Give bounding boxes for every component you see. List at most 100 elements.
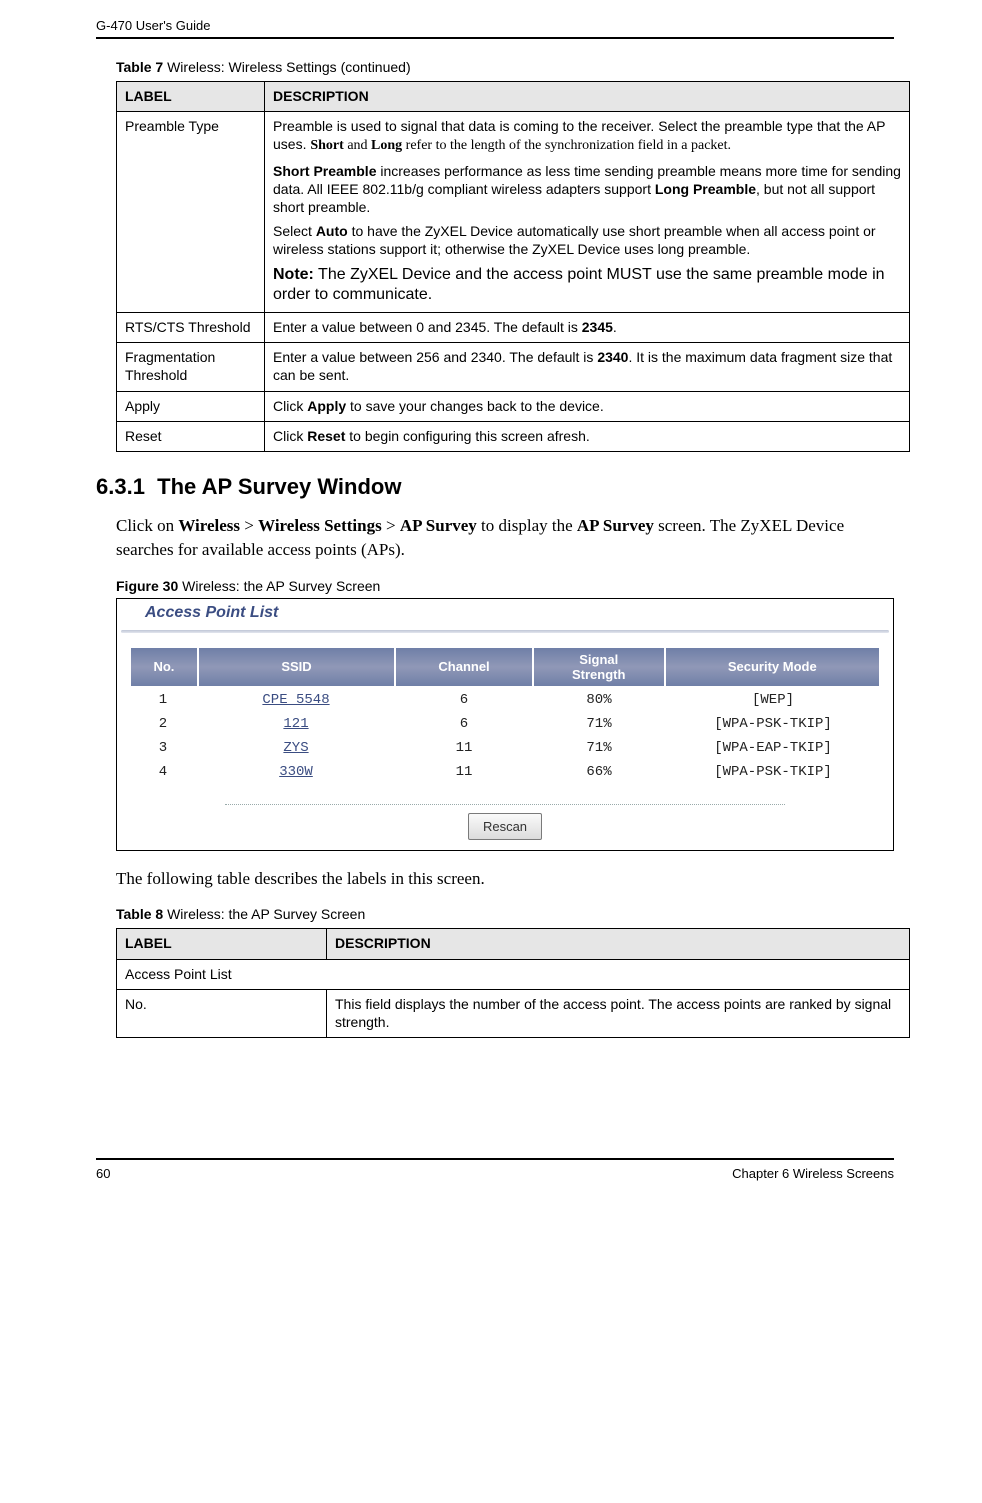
ap-ssid-link[interactable]: CPE 5548 bbox=[262, 692, 329, 708]
row0-desc: Preamble is used to signal that data is … bbox=[265, 112, 910, 313]
table8-caption: Table 8 Wireless: the AP Survey Screen bbox=[116, 906, 894, 922]
row0-noteA: Note: bbox=[273, 266, 314, 283]
ap-list-header-rule bbox=[121, 630, 889, 633]
ap-signal: 66% bbox=[533, 760, 665, 784]
row0-t3c: to have the ZyXEL Device automatically u… bbox=[273, 223, 876, 257]
table8-header-label: LABEL bbox=[117, 929, 327, 959]
ap-ssid-link[interactable]: 330W bbox=[279, 764, 313, 780]
row4-desc: Click Reset to begin configuring this sc… bbox=[265, 421, 910, 451]
row0-t3a: Select bbox=[273, 223, 316, 239]
ap-list-separator bbox=[225, 804, 785, 805]
ap-channel: 6 bbox=[395, 712, 533, 736]
header-rule bbox=[96, 37, 894, 39]
footer-page-number: 60 bbox=[96, 1166, 110, 1181]
table-row: RTS/CTS Threshold Enter a value between … bbox=[117, 313, 910, 343]
ap-header-channel[interactable]: Channel bbox=[395, 647, 533, 687]
ap-mode: [WPA-PSK-TKIP] bbox=[665, 712, 881, 736]
ap-list-row: 3 ZYS 11 71% [WPA-EAP-TKIP] bbox=[129, 736, 881, 760]
row4-b: Reset bbox=[307, 428, 345, 444]
figure30-caption: Figure 30 Wireless: the AP Survey Screen bbox=[116, 578, 894, 594]
table8-row1-label: No. bbox=[117, 989, 327, 1037]
row0-t1b: Short bbox=[310, 138, 343, 153]
ap-list-header: Access Point List bbox=[121, 600, 889, 638]
ap-list-title: Access Point List bbox=[141, 600, 290, 626]
ap-header-signal[interactable]: Signal Strength bbox=[533, 647, 665, 687]
ap-no: 3 bbox=[129, 736, 197, 760]
sp-e: > bbox=[382, 516, 400, 535]
footer-rule bbox=[96, 1158, 894, 1160]
ap-list-row: 1 CPE 5548 6 80% [WEP] bbox=[129, 688, 881, 712]
ap-header-ssid[interactable]: SSID bbox=[198, 647, 395, 687]
ap-header-signal-l2: Strength bbox=[534, 667, 664, 682]
row3-label: Apply bbox=[117, 391, 265, 421]
row1-label: RTS/CTS Threshold bbox=[117, 313, 265, 343]
row4-c: to begin configuring this screen afresh. bbox=[345, 428, 589, 444]
rescan-button[interactable]: Rescan bbox=[468, 813, 542, 840]
row0-t1d: Long bbox=[371, 138, 402, 153]
figure30-caption-prefix: Figure 30 bbox=[116, 578, 178, 594]
ap-header-mode[interactable]: Security Mode bbox=[665, 647, 880, 687]
sp-d: Wireless Settings bbox=[258, 516, 382, 535]
table-row: Reset Click Reset to begin configuring t… bbox=[117, 421, 910, 451]
table8-caption-text: Wireless: the AP Survey Screen bbox=[163, 906, 365, 922]
table-row: No. This field displays the number of th… bbox=[117, 989, 910, 1037]
row4-a: Click bbox=[273, 428, 307, 444]
sp-b: Wireless bbox=[178, 516, 240, 535]
row1-desc: Enter a value between 0 and 2345. The de… bbox=[265, 313, 910, 343]
row2-a: Enter a value between 256 and 2340. The … bbox=[273, 349, 597, 365]
row3-c: to save your changes back to the device. bbox=[346, 398, 604, 414]
ap-header-no[interactable]: No. bbox=[130, 647, 198, 687]
sp-f: AP Survey bbox=[400, 516, 477, 535]
sp-c: > bbox=[240, 516, 258, 535]
table-row: Access Point List bbox=[117, 959, 910, 989]
after-figure-para: The following table describes the labels… bbox=[116, 867, 894, 891]
table8-row0-label: Access Point List bbox=[117, 959, 910, 989]
section-title: The AP Survey Window bbox=[157, 474, 401, 499]
sp-h: AP Survey bbox=[577, 516, 654, 535]
row0-t3b: Auto bbox=[316, 223, 348, 239]
section-number: 6.3.1 bbox=[96, 474, 145, 499]
ap-list-data: 1 CPE 5548 6 80% [WEP] 2 121 6 71% [WPA-… bbox=[129, 688, 881, 784]
ap-header-signal-l1: Signal bbox=[534, 652, 664, 667]
row3-desc: Click Apply to save your changes back to… bbox=[265, 391, 910, 421]
row0-t2a: Short Preamble bbox=[273, 163, 376, 179]
row0-label: Preamble Type bbox=[117, 112, 265, 313]
row2-label: Fragmentation Threshold bbox=[117, 343, 265, 391]
ap-mode: [WPA-EAP-TKIP] bbox=[665, 736, 881, 760]
row1-b: 2345 bbox=[582, 319, 613, 335]
ap-signal: 71% bbox=[533, 712, 665, 736]
row0-t2c: Long Preamble bbox=[655, 181, 756, 197]
table7: LABEL DESCRIPTION Preamble Type Preamble… bbox=[116, 81, 910, 452]
section-body: Click on Wireless > Wireless Settings > … bbox=[116, 514, 894, 562]
row0-t1c: and bbox=[344, 138, 371, 153]
table-row: Fragmentation Threshold Enter a value be… bbox=[117, 343, 910, 391]
ap-list-table-wrap: No. SSID Channel Signal Strength Securit… bbox=[129, 646, 881, 840]
page-footer: 60 Chapter 6 Wireless Screens bbox=[96, 1158, 894, 1181]
figure30-caption-text: Wireless: the AP Survey Screen bbox=[178, 578, 380, 594]
ap-list-row: 2 121 6 71% [WPA-PSK-TKIP] bbox=[129, 712, 881, 736]
ap-mode: [WPA-PSK-TKIP] bbox=[665, 760, 881, 784]
sp-a: Click on bbox=[116, 516, 178, 535]
table8-header-desc: DESCRIPTION bbox=[327, 929, 910, 959]
row4-label: Reset bbox=[117, 421, 265, 451]
table7-caption-prefix: Table 7 bbox=[116, 59, 163, 75]
table7-caption-text: Wireless: Wireless Settings (continued) bbox=[163, 59, 410, 75]
row2-b: 2340 bbox=[597, 349, 628, 365]
row0-noteB: The ZyXEL Device and the access point MU… bbox=[273, 266, 885, 304]
row1-c: . bbox=[613, 319, 617, 335]
running-header: G-470 User's Guide bbox=[96, 18, 894, 33]
ap-signal: 80% bbox=[533, 688, 665, 712]
table8-caption-prefix: Table 8 bbox=[116, 906, 163, 922]
ap-no: 4 bbox=[129, 760, 197, 784]
table-row: Apply Click Apply to save your changes b… bbox=[117, 391, 910, 421]
table7-caption: Table 7 Wireless: Wireless Settings (con… bbox=[116, 59, 894, 75]
ap-list-row: 4 330W 11 66% [WPA-PSK-TKIP] bbox=[129, 760, 881, 784]
ap-ssid-link[interactable]: ZYS bbox=[283, 740, 308, 756]
row0-t1e: refer to the length of the synchronizati… bbox=[402, 138, 731, 153]
sp-g: to display the bbox=[477, 516, 577, 535]
figure30-box: Access Point List No. SSID Channel Signa… bbox=[116, 598, 894, 851]
ap-list-header-row: No. SSID Channel Signal Strength Securit… bbox=[129, 646, 881, 688]
row3-b: Apply bbox=[307, 398, 346, 414]
footer-chapter: Chapter 6 Wireless Screens bbox=[732, 1166, 894, 1181]
ap-ssid-link[interactable]: 121 bbox=[283, 716, 308, 732]
